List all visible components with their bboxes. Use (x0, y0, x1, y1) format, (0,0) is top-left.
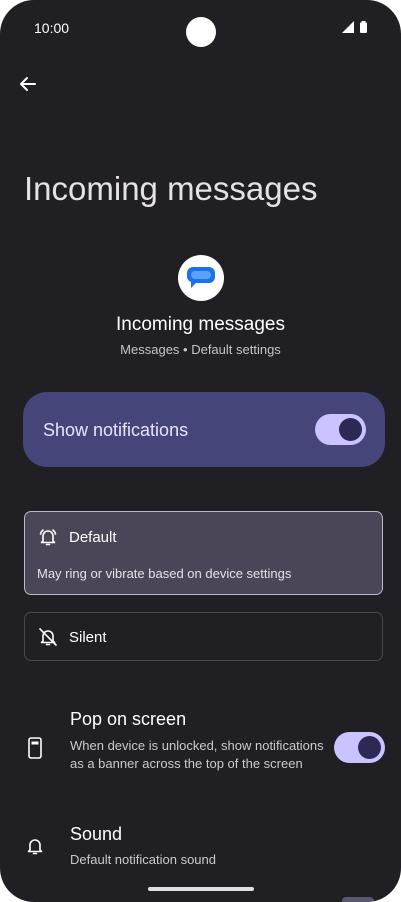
status-icons (342, 21, 367, 33)
back-button[interactable] (14, 70, 42, 98)
back-arrow-icon (20, 77, 36, 91)
camera-cutout (186, 17, 216, 47)
gesture-nav-handle[interactable] (148, 887, 254, 891)
sound-value: Default notification sound (70, 852, 216, 867)
default-option[interactable]: Default May ring or vibrate based on dev… (24, 511, 383, 595)
phone-screen: 10:00 Incoming messages Incoming message… (0, 0, 401, 902)
pop-on-screen-description: When device is unlocked, show notificati… (70, 738, 324, 771)
toggle-knob (358, 736, 381, 759)
messages-app-icon (178, 255, 224, 301)
toggle-knob (339, 418, 362, 441)
default-option-description: May ring or vibrate based on device sett… (37, 566, 292, 581)
status-time: 10:00 (34, 20, 70, 36)
sound-title: Sound (70, 824, 123, 844)
next-toggle-peek (342, 897, 374, 902)
silent-option-label: Silent (69, 629, 107, 646)
phone-popup-icon (23, 736, 47, 760)
default-option-label: Default (69, 529, 117, 546)
channel-name: Incoming messages (116, 314, 285, 335)
channel-subtitle: Messages • Default settings (120, 342, 281, 357)
page-title: Incoming messages (24, 170, 318, 207)
bell-icon (23, 834, 47, 858)
pop-on-screen-toggle[interactable] (334, 732, 385, 763)
pop-on-screen-title: Pop on screen (70, 709, 187, 729)
bell-off-icon (37, 626, 59, 648)
show-notifications-row[interactable]: Show notifications (23, 392, 385, 467)
show-notifications-label: Show notifications (43, 420, 189, 440)
show-notifications-toggle[interactable] (315, 414, 366, 445)
status-bar: 10:00 (0, 0, 401, 56)
silent-option[interactable]: Silent (24, 612, 383, 661)
signal-icon (342, 21, 354, 33)
bell-ring-icon (37, 526, 59, 548)
battery-icon (360, 21, 367, 33)
